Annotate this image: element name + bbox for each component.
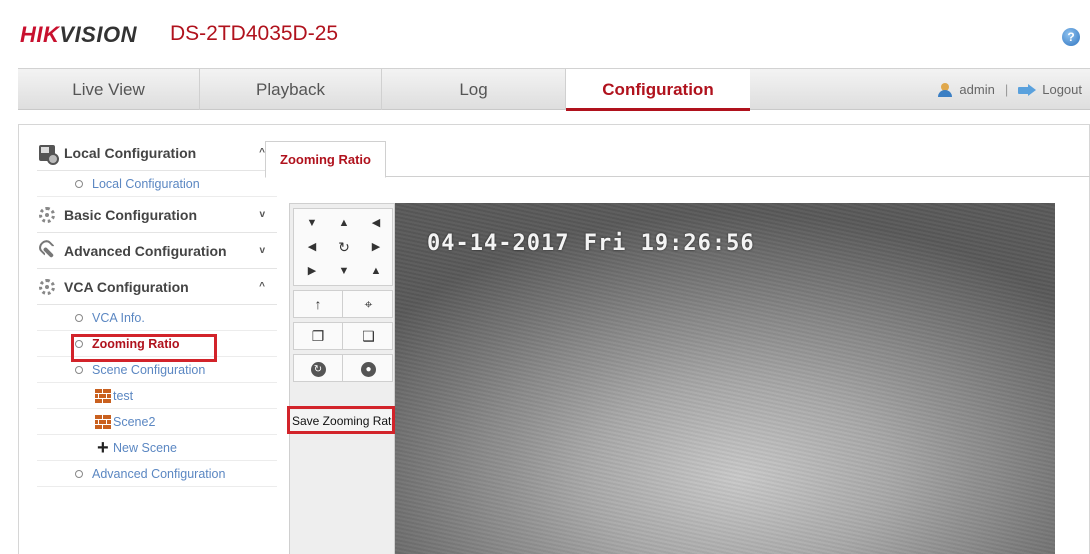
bullet-icon (75, 180, 83, 188)
chevron-up-icon[interactable]: ^ (259, 269, 265, 305)
scene-brick-icon (95, 389, 111, 403)
username: admin (959, 82, 995, 97)
tab-zooming-ratio[interactable]: Zooming Ratio (265, 141, 386, 178)
pan-down-left-icon[interactable]: ▶ (296, 259, 328, 283)
computer-icon (39, 145, 59, 165)
iris-close-icon[interactable]: ● (344, 355, 393, 381)
sidebar-section-advanced-configuration[interactable]: Advanced Configuration v (37, 233, 277, 269)
sidebar-item-label: New Scene (113, 441, 177, 455)
sidebar-item-advanced-configuration[interactable]: Advanced Configuration (37, 461, 277, 487)
bullet-icon (75, 470, 83, 478)
tab-live-view[interactable]: Live View (18, 69, 200, 110)
gear-icon (39, 279, 55, 295)
zoom-controls: ↑ ⌖ (293, 290, 393, 318)
chevron-down-icon[interactable]: v (259, 233, 265, 269)
osd-timestamp: 04-14-2017 Fri 19:26:56 (427, 231, 755, 256)
sidebar-item-local-configuration[interactable]: Local Configuration (37, 171, 277, 197)
tab-bar: Zooming Ratio (265, 141, 1090, 178)
iris-controls: ↻ ● (293, 354, 393, 382)
sidebar-item-vca-info[interactable]: VCA Info. (37, 305, 277, 331)
header: HIKVISION DS-2TD4035D-25 ? (0, 0, 1090, 60)
user-icon (937, 82, 953, 97)
sidebar-section-label: Local Configuration (64, 145, 197, 161)
wrench-icon (36, 240, 59, 263)
help-icon[interactable]: ? (1062, 28, 1080, 46)
logout-link[interactable]: Logout (1042, 69, 1082, 110)
tab-log[interactable]: Log (382, 69, 566, 110)
user-separator: | (1004, 82, 1009, 97)
auto-scan-icon[interactable]: ↻ (328, 235, 360, 259)
gear-icon (39, 207, 55, 223)
ptz-direction-pad: ▼ ▲ ◀ ◀ ↻ ▶ ▶ ▼ ▲ (293, 208, 393, 286)
tab-playback[interactable]: Playback (200, 69, 382, 110)
pan-up-icon[interactable]: ▲ (328, 211, 360, 235)
sidebar-item-label: Local Configuration (92, 177, 200, 191)
focus-near-icon[interactable]: ❐ (294, 323, 343, 349)
device-model: DS-2TD4035D-25 (170, 22, 339, 45)
zoom-out-icon[interactable]: ⌖ (344, 291, 393, 317)
sidebar-item-label: Advanced Configuration (92, 467, 226, 481)
sidebar-item-label: Scene2 (113, 415, 156, 429)
hikvision-logo: HIKVISION (20, 22, 137, 47)
plus-icon: + (97, 437, 109, 459)
pan-up-left-icon[interactable]: ▼ (296, 211, 328, 235)
pan-down-icon[interactable]: ▼ (328, 259, 360, 283)
scene-brick-icon (95, 415, 111, 429)
sidebar-item-scene-test[interactable]: test (37, 383, 277, 409)
config-sidebar: Local Configuration ^ Local Configuratio… (37, 135, 277, 487)
pan-down-right-icon[interactable]: ▲ (360, 259, 392, 283)
sidebar-item-new-scene[interactable]: + New Scene (37, 435, 277, 461)
sidebar-section-label: Basic Configuration (64, 207, 198, 223)
pan-up-right-icon[interactable]: ◀ (360, 211, 392, 235)
focus-controls: ❐ ❑ (293, 322, 393, 350)
focus-far-icon[interactable]: ❑ (344, 323, 393, 349)
user-area: admin | Logout (937, 69, 1082, 110)
sidebar-item-label: VCA Info. (92, 311, 145, 325)
content-frame: Local Configuration ^ Local Configuratio… (18, 124, 1090, 554)
main-nav: Live View Playback Log Configuration adm… (18, 68, 1090, 111)
pan-left-icon[interactable]: ◀ (296, 235, 328, 259)
sidebar-section-label: VCA Configuration (64, 279, 189, 295)
logout-icon[interactable] (1018, 83, 1037, 96)
sidebar-item-label: test (113, 389, 134, 403)
bullet-icon (75, 314, 83, 322)
video-preview[interactable]: 04-14-2017 Fri 19:26:56 (395, 203, 1055, 554)
sidebar-section-basic-configuration[interactable]: Basic Configuration v (37, 197, 277, 233)
sidebar-item-scene2[interactable]: Scene2 (37, 409, 277, 435)
sidebar-item-label: Scene Configuration (92, 363, 206, 377)
bullet-icon (75, 366, 83, 374)
highlight-zooming-ratio (71, 334, 217, 362)
chevron-down-icon[interactable]: v (259, 197, 265, 233)
sidebar-section-vca-configuration[interactable]: VCA Configuration ^ (37, 269, 277, 305)
sidebar-section-label: Advanced Configuration (64, 243, 227, 259)
sidebar-section-local-configuration[interactable]: Local Configuration ^ (37, 135, 277, 171)
highlight-save-button (287, 406, 395, 434)
iris-open-icon[interactable]: ↻ (294, 355, 343, 381)
pan-right-icon[interactable]: ▶ (360, 235, 392, 259)
tab-configuration[interactable]: Configuration (566, 69, 750, 111)
ptz-control-panel: ▼ ▲ ◀ ◀ ↻ ▶ ▶ ▼ ▲ ↑ ⌖ ❐ ❑ ↻ ● Save Zoomi… (289, 203, 395, 554)
zoom-in-icon[interactable]: ↑ (294, 291, 343, 317)
